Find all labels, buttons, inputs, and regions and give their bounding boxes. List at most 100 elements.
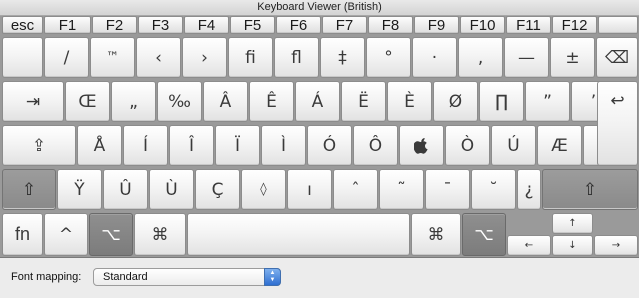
key-f9[interactable]: F9 (414, 16, 459, 34)
key-a[interactable]: Å (77, 125, 122, 166)
key-f2[interactable]: F2 (92, 16, 137, 34)
key-c[interactable]: Ù (149, 169, 194, 210)
key-f[interactable]: Ï (215, 125, 260, 166)
key-d[interactable]: Î (169, 125, 214, 166)
arrow-right-icon: → (611, 240, 621, 251)
keyboard: esc F1 F2 F3 F4 F5 F6 F7 F8 F9 F10 F11 F… (0, 16, 639, 258)
key-left-bracket[interactable]: ” (525, 81, 570, 122)
key-9[interactable]: · (412, 37, 457, 78)
option-icon: ⌥ (474, 224, 494, 245)
shift-icon: ⇧ (21, 179, 37, 200)
key-0[interactable]: ‚ (458, 37, 503, 78)
key-f3[interactable]: F3 (138, 16, 183, 34)
option-icon: ⌥ (101, 224, 121, 245)
key-w[interactable]: „ (111, 81, 156, 122)
key-f6[interactable]: F6 (276, 16, 321, 34)
key-comma[interactable]: ˜ (379, 169, 424, 210)
key-minus[interactable]: — (504, 37, 549, 78)
key-k[interactable] (399, 125, 444, 166)
tab-icon: ⇥ (25, 91, 41, 112)
key-quote[interactable]: Æ (537, 125, 582, 166)
key-f7[interactable]: F7 (322, 16, 367, 34)
key-m[interactable]: ˆ (333, 169, 378, 210)
key-command-left[interactable]: ⌘ (134, 213, 186, 256)
key-option-left[interactable]: ⌥ (89, 213, 133, 256)
key-z[interactable]: Ÿ (57, 169, 102, 210)
command-icon: ⌘ (427, 224, 445, 245)
delete-icon: ⌫ (604, 47, 630, 68)
key-f11[interactable]: F11 (506, 16, 551, 34)
key-x[interactable]: Û (103, 169, 148, 210)
key-tab[interactable]: ⇥ (2, 81, 64, 122)
select-arrows-icon: ▲ ▼ (264, 268, 281, 286)
key-equals[interactable]: ± (550, 37, 595, 78)
command-icon: ⌘ (151, 224, 169, 245)
key-r[interactable]: Â (203, 81, 248, 122)
key-1[interactable]: / (44, 37, 89, 78)
key-eject[interactable] (598, 16, 638, 34)
key-h[interactable]: Ó (307, 125, 352, 166)
arrow-left-icon: ← (524, 240, 534, 251)
key-o[interactable]: Ø (433, 81, 478, 122)
key-command-right[interactable]: ⌘ (411, 213, 461, 256)
key-n[interactable]: ı (287, 169, 332, 210)
key-v[interactable]: Ç (195, 169, 240, 210)
key-t[interactable]: Ê (249, 81, 294, 122)
key-7[interactable]: ‡ (320, 37, 365, 78)
arrow-down-icon: ↓ (568, 240, 577, 251)
title-bar[interactable]: Keyboard Viewer (British) (0, 0, 639, 16)
key-arrow-up[interactable]: ↑ (552, 213, 593, 234)
key-b[interactable]: ◊ (241, 169, 286, 210)
key-8[interactable]: ° (366, 37, 411, 78)
key-f12[interactable]: F12 (552, 16, 597, 34)
key-section[interactable] (2, 37, 43, 78)
key-s[interactable]: Í (123, 125, 168, 166)
key-shift-right[interactable]: ⇧ (542, 169, 638, 210)
font-mapping-label: Font mapping: (11, 271, 82, 283)
key-6[interactable]: fl (274, 37, 319, 78)
return-icon: ↩ (610, 91, 625, 111)
key-3[interactable]: ‹ (136, 37, 181, 78)
arrow-up-icon: ↑ (568, 218, 577, 229)
key-u[interactable]: Ë (341, 81, 386, 122)
key-f4[interactable]: F4 (184, 16, 229, 34)
key-y[interactable]: Á (295, 81, 340, 122)
key-f5[interactable]: F5 (230, 16, 275, 34)
footer: Font mapping: Standard ▲ ▼ (0, 259, 639, 298)
key-e[interactable]: ‰ (157, 81, 202, 122)
key-shift-left[interactable]: ⇧ (2, 169, 56, 210)
key-f1[interactable]: F1 (44, 16, 91, 34)
key-arrow-right[interactable]: → (594, 235, 638, 256)
key-4[interactable]: › (182, 37, 227, 78)
key-space[interactable] (187, 213, 410, 256)
key-semicolon[interactable]: Ú (491, 125, 536, 166)
key-arrow-down[interactable]: ↓ (552, 235, 593, 256)
shift-icon: ⇧ (582, 179, 598, 200)
key-5[interactable]: fi (228, 37, 273, 78)
key-fn[interactable]: fn (2, 213, 43, 256)
key-delete[interactable]: ⌫ (596, 37, 638, 78)
font-mapping-value: Standard (103, 271, 148, 283)
key-arrow-left[interactable]: ← (507, 235, 551, 256)
key-caps-lock[interactable]: ⇪ (2, 125, 76, 166)
key-l[interactable]: Ò (445, 125, 490, 166)
key-extra[interactable]: ¿ (517, 169, 541, 210)
key-p[interactable]: ∏ (479, 81, 524, 122)
key-j[interactable]: Ô (353, 125, 398, 166)
key-i[interactable]: È (387, 81, 432, 122)
key-2[interactable]: ™ (90, 37, 135, 78)
key-f10[interactable]: F10 (460, 16, 505, 34)
key-f8[interactable]: F8 (368, 16, 413, 34)
key-period[interactable]: ¯ (425, 169, 470, 210)
key-return[interactable]: ↩ (597, 81, 638, 166)
window-title: Keyboard Viewer (British) (257, 1, 382, 13)
key-g[interactable]: Ì (261, 125, 306, 166)
key-q[interactable]: Œ (65, 81, 110, 122)
caps-lock-icon: ⇪ (31, 135, 47, 156)
key-esc[interactable]: esc (2, 16, 43, 34)
key-option-right[interactable]: ⌥ (462, 213, 506, 256)
key-control[interactable]: ^ (44, 213, 88, 256)
font-mapping-select[interactable]: Standard ▲ ▼ (93, 268, 281, 286)
key-slash[interactable]: ˘ (471, 169, 516, 210)
apple-logo-icon (414, 138, 428, 154)
